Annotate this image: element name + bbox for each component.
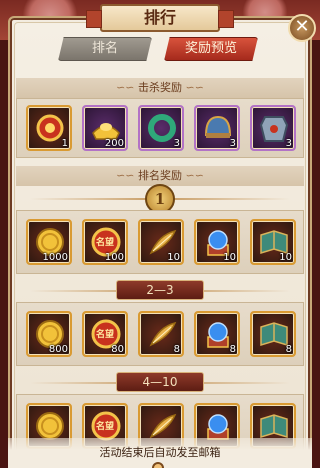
badge-text: 名望 (95, 238, 114, 248)
reward-count: 3 (285, 138, 292, 149)
reward-count: 10 (223, 252, 236, 263)
rank-4-10-banner: 4—10 (116, 372, 204, 392)
reward-count: 10 (279, 252, 292, 263)
footer-ornament (152, 462, 164, 468)
rank-2-3-rewards-box: 800 名望 80 8 8 8 (16, 302, 304, 366)
reward-count: 8 (229, 344, 236, 355)
window-title: 排行 (86, 4, 234, 32)
reward-count: 80 (111, 344, 124, 355)
reward-item[interactable]: 200 (82, 105, 128, 151)
badge-text: 名望 (95, 422, 114, 432)
close-icon: ✕ (294, 16, 310, 37)
reward-item[interactable]: 1 (26, 105, 72, 151)
reward-item[interactable]: 8 (194, 311, 240, 357)
reward-count: 1000 (42, 252, 68, 263)
rank-rewards-header: ∽∽ 排名奖励 ∽∽ (16, 166, 304, 186)
divider-ornament: ∽∽ (116, 169, 138, 182)
rank-rewards-title: 排名奖励 (138, 169, 182, 182)
reward-item[interactable]: 名望 100 (82, 219, 128, 265)
badge-text: 名望 (95, 330, 114, 340)
reward-count: 8 (285, 344, 292, 355)
reward-item[interactable]: 3 (250, 105, 296, 151)
kill-rewards-box: 1 200 3 3 3 (16, 98, 304, 158)
reward-item[interactable]: 8 (250, 311, 296, 357)
reward-count: 800 (48, 344, 68, 355)
divider-ornament: ∽∽ (182, 169, 204, 182)
divider-ornament: ∽∽ (116, 81, 138, 94)
reward-item[interactable]: 10 (250, 219, 296, 265)
reward-item[interactable]: 8 (138, 311, 184, 357)
reward-count: 10 (167, 252, 180, 263)
reward-count: 3 (173, 138, 180, 149)
close-button[interactable]: ✕ (288, 14, 316, 42)
tab-ranking[interactable]: 排名 (58, 37, 152, 61)
reward-item[interactable]: 3 (194, 105, 240, 151)
rank-1-rewards-box: 1000 名望 100 10 10 10 (16, 210, 304, 274)
reward-count: 8 (173, 344, 180, 355)
tab-reward-preview[interactable]: 奖励预览 (164, 37, 258, 61)
divider-ornament: ∽∽ (182, 81, 204, 94)
kill-rewards-header: ∽∽ 击杀奖励 ∽∽ (16, 78, 304, 98)
reward-item[interactable]: 名望 80 (82, 311, 128, 357)
reward-item[interactable]: 10 (194, 219, 240, 265)
reward-count: 1 (61, 138, 68, 149)
rank-2-3-banner: 2—3 (116, 280, 204, 300)
reward-item[interactable]: 10 (138, 219, 184, 265)
reward-item[interactable]: 3 (138, 105, 184, 151)
reward-count: 3 (229, 138, 236, 149)
kill-rewards-title: 击杀奖励 (138, 81, 182, 94)
reward-item[interactable]: 1000 (26, 219, 72, 265)
reward-item[interactable]: 800 (26, 311, 72, 357)
reward-count: 100 (104, 252, 124, 263)
reward-count: 200 (104, 138, 124, 149)
